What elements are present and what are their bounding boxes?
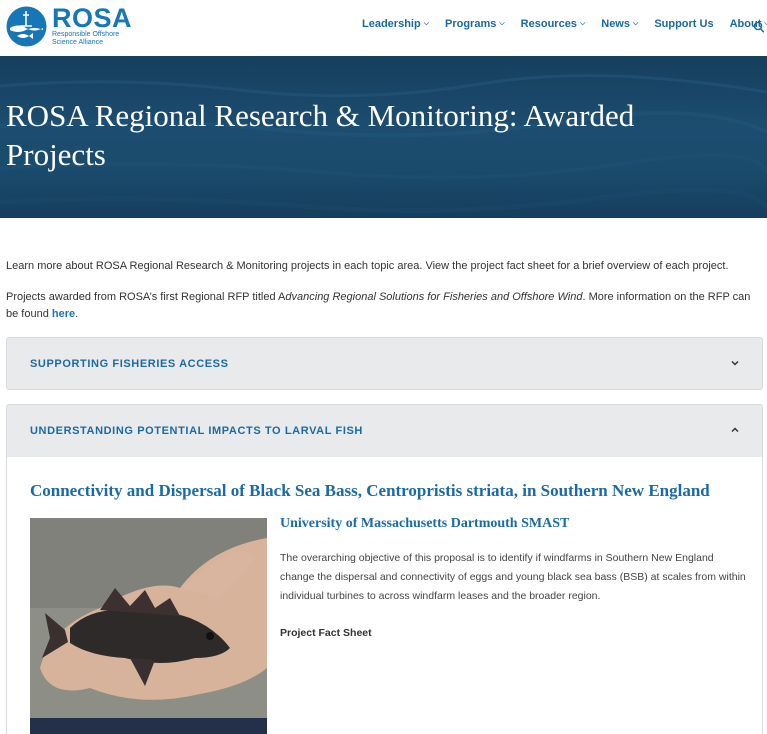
logo-text: ROSA Responsible Offshore Science Allian… bbox=[52, 5, 132, 47]
nav-programs-label: Programs bbox=[445, 18, 497, 30]
accordion-supporting-fisheries-access: SUPPORTING FISHERIES ACCESS bbox=[6, 337, 763, 390]
main-nav: Leadership ⌵ Programs ⌵ Resources ⌵ News… bbox=[362, 18, 767, 30]
accordion-body: Connectivity and Dispersal of Black Sea … bbox=[7, 457, 762, 734]
accordion-title: UNDERSTANDING POTENTIAL IMPACTS TO LARVA… bbox=[30, 425, 363, 437]
nav-resources-label: Resources bbox=[520, 18, 577, 30]
accordion-header-larval-fish[interactable]: UNDERSTANDING POTENTIAL IMPACTS TO LARVA… bbox=[7, 405, 762, 457]
project-fact-sheet-link[interactable]: Project Fact Sheet bbox=[280, 627, 372, 639]
accordion-title: SUPPORTING FISHERIES ACCESS bbox=[30, 358, 229, 370]
project-description: The overarching objective of this propos… bbox=[280, 552, 746, 602]
chevron-down-icon: ⌵ bbox=[579, 20, 586, 27]
logo-subtitle-line1: Responsible Offshore bbox=[52, 31, 120, 38]
rosa-logo-icon bbox=[6, 6, 47, 46]
hero-banner: ROSA Regional Research & Monitoring: Awa… bbox=[0, 56, 767, 218]
chevron-down-icon bbox=[731, 360, 739, 366]
chevron-down-icon: ⌵ bbox=[423, 20, 429, 27]
black-sea-bass-photo bbox=[30, 518, 267, 734]
nav-leadership-label: Leadership bbox=[362, 18, 421, 30]
logo-subtitle-line2: Science Alliance bbox=[52, 39, 103, 46]
rosa-logo[interactable]: ROSA Responsible Offshore Science Allian… bbox=[6, 4, 136, 48]
nav-leadership[interactable]: Leadership ⌵ bbox=[362, 18, 429, 30]
page-title: ROSA Regional Research & Monitoring: Awa… bbox=[6, 98, 635, 172]
chevron-down-icon: ⌵ bbox=[499, 20, 505, 27]
rfp-paragraph: Projects awarded from ROSA’s first Regio… bbox=[6, 289, 763, 323]
accordion-larval-fish: UNDERSTANDING POTENTIAL IMPACTS TO LARVA… bbox=[6, 404, 763, 734]
accordion-header-supporting-fisheries-access[interactable]: SUPPORTING FISHERIES ACCESS bbox=[7, 338, 762, 390]
nav-news[interactable]: News ⌵ bbox=[601, 18, 638, 30]
nav-programs[interactable]: Programs ⌵ bbox=[445, 18, 505, 30]
rfp-here-link[interactable]: here bbox=[52, 308, 75, 320]
project-title: Connectivity and Dispersal of Black Sea … bbox=[30, 481, 710, 500]
rfp-title: dvancing Regional Solutions for Fisherie… bbox=[285, 291, 583, 303]
nav-support-us[interactable]: Support Us bbox=[654, 18, 713, 30]
logo-wordmark: ROSA bbox=[52, 3, 133, 33]
rfp-text-pre: Projects awarded from ROSA’s first Regio… bbox=[6, 291, 286, 303]
rfp-text-end: . bbox=[75, 308, 79, 320]
nav-news-label: News bbox=[601, 18, 630, 30]
chevron-down-icon: ⌵ bbox=[633, 20, 639, 27]
project-organization: University of Massachusetts Dartmouth SM… bbox=[280, 516, 570, 531]
nav-resources[interactable]: Resources ⌵ bbox=[521, 18, 586, 30]
search-icon[interactable] bbox=[753, 20, 765, 34]
nav-support-us-label: Support Us bbox=[654, 18, 714, 30]
site-header: ROSA Responsible Offshore Science Allian… bbox=[0, 0, 767, 56]
intro-paragraph: Learn more about ROSA Regional Research … bbox=[6, 260, 729, 272]
chevron-up-icon bbox=[731, 427, 739, 433]
